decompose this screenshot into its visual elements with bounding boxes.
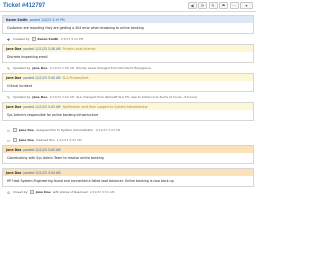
event-time: 1/11/23 3:43 AM (95, 128, 121, 132)
event-detail: SLA changed from Verhoeft SLA 5% new to … (76, 95, 198, 99)
thread-entry-body: Discrete Inspecting email (7, 55, 48, 59)
post-time: posted 1/11/23 3:54 AM (23, 170, 61, 175)
post-tag: Private Level Internal (62, 46, 96, 51)
post-time: posted 1/11/23 3:45 AM (23, 147, 61, 152)
thread-event: ⊘ Closed by Jane Doe with status of Reso… (2, 187, 254, 197)
event-time: 1/3/23 3:19 PM (60, 37, 84, 41)
refresh-button[interactable]: ⟳ (198, 2, 207, 9)
post-tag: Notification sent from support to System… (62, 104, 148, 109)
ticket-header: Ticket #412797 ◀ ⟳ ✎ ⚑ ⋯ ▾ (0, 0, 256, 12)
post-time: posted 1/11/23 3:38 AM (23, 46, 61, 51)
thread-event: ✎ Updated by Jane Doe 1/11/23 3:40 AM SL… (2, 92, 254, 102)
event-detail: Claimed this (35, 138, 55, 142)
event-time: 1/11/23 3:38 AM (49, 66, 75, 70)
post-tag: SLA Private/Alert (62, 75, 89, 80)
event-user: Jane Doe (32, 66, 48, 70)
thread-entry: Jane Doe posted 1/11/23 3:43 AM Notifica… (2, 102, 254, 121)
thread-entry: Jane Doe posted 1/11/23 3:54 AM HP Host … (2, 168, 254, 187)
thread-entry: Karen Smith posted 1/3/23 3:19 PM Custom… (2, 15, 254, 34)
event-detail: Priority Level changed from Normal to Em… (76, 66, 152, 70)
event-detail: with status of Resolved (52, 190, 88, 194)
thread-entry-header: Jane Doe posted 1/11/23 3:40 AM SLA Priv… (3, 74, 253, 81)
created-icon: ✚ (6, 36, 11, 42)
thread-entry: Jane Doe posted 1/11/23 3:40 AM SLA Priv… (2, 73, 254, 92)
thread-entry-body: Customer are reporting they are getting … (7, 26, 144, 30)
thread-event: ⇨ Jane Doe Claimed this 1/11/23 3:43 AM (2, 135, 254, 145)
avatar (29, 190, 34, 194)
thread-entry-header: Jane Doe posted 1/11/23 3:45 AM (3, 146, 253, 153)
thread-entry-body: Coordinating with Sys Admin Team to reso… (7, 156, 104, 160)
thread-entry-header: Jane Doe posted 1/11/23 3:54 AM (3, 169, 253, 176)
post-time: posted 1/11/23 3:43 AM (23, 104, 61, 109)
author-name: Jane Doe (6, 46, 22, 51)
more-button[interactable]: ⋯ (229, 2, 239, 9)
event-user: Jane Doe (19, 138, 34, 142)
event-time: 1/11/23 3:43 AM (56, 138, 82, 142)
event-user: Jane Doe (19, 128, 34, 132)
event-prefix: Updated by (13, 95, 31, 99)
event-time: 1/11/23 3:54 AM (89, 190, 115, 194)
page-title: Ticket #412797 (3, 3, 46, 9)
event-user: Jane Doe (35, 190, 51, 194)
assign-icon: ⇨ (6, 137, 11, 143)
avatar (13, 138, 17, 142)
back-button[interactable]: ◀ (187, 2, 197, 9)
ticket-thread: Karen Smith posted 1/3/23 3:19 PM Custom… (2, 15, 254, 197)
thread-entry: Jane Doe posted 1/11/23 3:45 AM Coordina… (2, 145, 254, 164)
avatar (13, 128, 17, 132)
thread-event: ✎ Updated by Jane Doe 1/11/23 3:38 AM Pr… (2, 63, 254, 73)
thread-entry: Jane Doe posted 1/11/23 3:38 AM Private … (2, 44, 254, 63)
edit-button[interactable]: ✎ (208, 2, 218, 9)
thread-entry-body: Sys Admin's responsible for online banki… (7, 113, 99, 117)
flag-button[interactable]: ⚑ (219, 2, 228, 9)
thread-event: ⇨ Jane Doe Assigned this to System Admin… (2, 125, 254, 135)
thread-entry-body: Critical Incident (7, 84, 33, 88)
ticket-toolbar: ◀ ⟳ ✎ ⚑ ⋯ ▾ (187, 2, 253, 9)
event-prefix: Closed by (13, 190, 28, 194)
thread-entry-body: HP Host System Engineering found and con… (7, 179, 174, 183)
author-name: Jane Doe (6, 170, 22, 175)
thread-entry-header: Jane Doe posted 1/11/23 3:38 AM Private … (3, 45, 253, 52)
author-name: Jane Doe (6, 104, 22, 109)
event-detail: Assigned this to System Administrator (35, 128, 94, 132)
assign-icon: ⇨ (6, 127, 11, 133)
author-name: Jane Doe (6, 75, 22, 80)
event-user: Karen Smith (37, 37, 59, 41)
author-name: Jane Doe (6, 147, 22, 152)
author-name: Karen Smith (6, 17, 28, 22)
thread-event: ✚ Created by Karen Smith 1/3/23 3:19 PM (2, 34, 254, 44)
post-time: posted 1/11/23 3:40 AM (23, 75, 61, 80)
event-time: 1/11/23 3:40 AM (49, 95, 75, 99)
edit-icon: ✎ (6, 94, 11, 100)
closed-icon: ⊘ (6, 189, 11, 195)
edit-icon: ✎ (6, 65, 11, 71)
avatar (31, 37, 36, 41)
event-prefix: Updated by (13, 66, 31, 70)
thread-entry-header: Karen Smith posted 1/3/23 3:19 PM (3, 16, 253, 23)
post-time: posted 1/3/23 3:19 PM (29, 17, 65, 22)
event-prefix: Created by (13, 37, 30, 41)
event-user: Jane Doe (32, 95, 48, 99)
dropdown-button[interactable]: ▾ (240, 2, 253, 9)
thread-entry-header: Jane Doe posted 1/11/23 3:43 AM Notifica… (3, 103, 253, 110)
